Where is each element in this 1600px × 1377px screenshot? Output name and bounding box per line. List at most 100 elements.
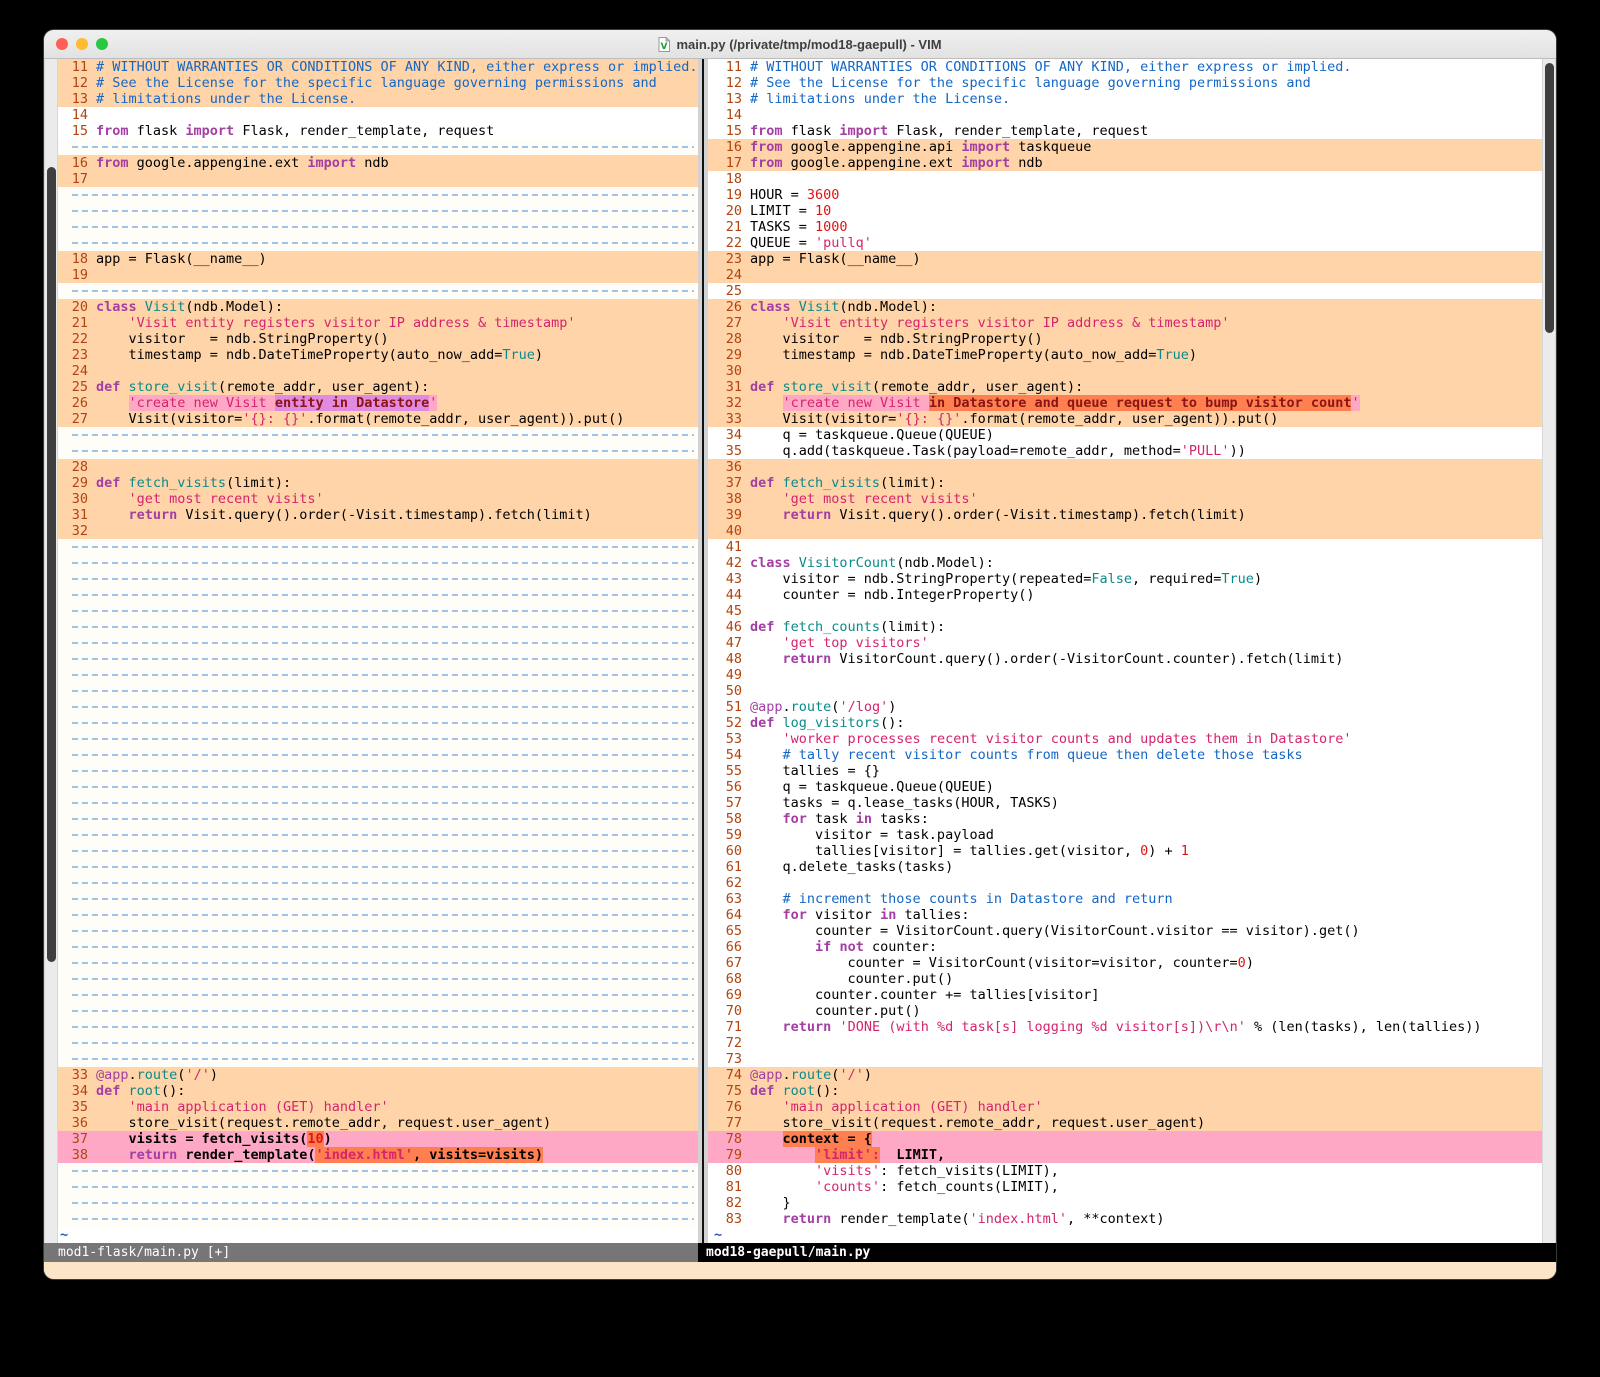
left-scrollbar-thumb[interactable]: [47, 167, 56, 962]
code-line[interactable]: 36: [708, 459, 1556, 475]
code-line[interactable]: 18app = Flask(__name__): [44, 251, 698, 267]
code-line[interactable]: 49: [708, 667, 1556, 683]
code-line[interactable]: 69 counter.counter += tallies[visitor]: [708, 987, 1556, 1003]
code-line[interactable]: 27 Visit(visitor='{}: {}'.format(remote_…: [44, 411, 698, 427]
code-line[interactable]: 56 q = taskqueue.Queue(QUEUE): [708, 779, 1556, 795]
code-line[interactable]: 28: [44, 459, 698, 475]
code-line[interactable]: 19: [44, 267, 698, 283]
code-line[interactable]: 40: [708, 523, 1556, 539]
minimize-button[interactable]: [76, 38, 88, 50]
code-line[interactable]: 29 timestamp = ndb.DateTimeProperty(auto…: [708, 347, 1556, 363]
code-line[interactable]: 39 return Visit.query().order(-Visit.tim…: [708, 507, 1556, 523]
code-line[interactable]: 15from flask import Flask, render_templa…: [44, 123, 698, 139]
code-line[interactable]: 54 # tally recent visitor counts from qu…: [708, 747, 1556, 763]
code-line[interactable]: 15from flask import Flask, render_templa…: [708, 123, 1556, 139]
code-line[interactable]: 75def root():: [708, 1083, 1556, 1099]
code-line[interactable]: 24: [44, 363, 698, 379]
code-line[interactable]: 30: [708, 363, 1556, 379]
code-line[interactable]: 62: [708, 875, 1556, 891]
code-line[interactable]: 23app = Flask(__name__): [708, 251, 1556, 267]
code-line[interactable]: 35 'main application (GET) handler': [44, 1099, 698, 1115]
code-line[interactable]: 79 'limit': LIMIT,: [708, 1147, 1556, 1163]
code-line[interactable]: 30 'get most recent visits': [44, 491, 698, 507]
code-line[interactable]: 22 visitor = ndb.StringProperty(): [44, 331, 698, 347]
code-line[interactable]: 34def root():: [44, 1083, 698, 1099]
code-line[interactable]: 82 }: [708, 1195, 1556, 1211]
code-line[interactable]: 21TASKS = 1000: [708, 219, 1556, 235]
left-pane[interactable]: 11# WITHOUT WARRANTIES OR CONDITIONS OF …: [44, 59, 698, 1243]
code-line[interactable]: 22QUEUE = 'pullq': [708, 235, 1556, 251]
code-line[interactable]: 13# limitations under the License.: [44, 91, 698, 107]
code-line[interactable]: 23 timestamp = ndb.DateTimeProperty(auto…: [44, 347, 698, 363]
command-line[interactable]: [44, 1262, 1556, 1279]
code-line[interactable]: 37def fetch_visits(limit):: [708, 475, 1556, 491]
zoom-button[interactable]: [96, 38, 108, 50]
code-line[interactable]: 25def store_visit(remote_addr, user_agen…: [44, 379, 698, 395]
code-line[interactable]: 31def store_visit(remote_addr, user_agen…: [708, 379, 1556, 395]
code-line[interactable]: 11# WITHOUT WARRANTIES OR CONDITIONS OF …: [44, 59, 698, 75]
code-line[interactable]: 43 visitor = ndb.StringProperty(repeated…: [708, 571, 1556, 587]
code-line[interactable]: 14: [708, 107, 1556, 123]
code-line[interactable]: 70 counter.put(): [708, 1003, 1556, 1019]
left-scrollbar[interactable]: [44, 59, 58, 1243]
code-line[interactable]: 67 counter = VisitorCount(visitor=visito…: [708, 955, 1556, 971]
code-line[interactable]: 50: [708, 683, 1556, 699]
code-line[interactable]: 46def fetch_counts(limit):: [708, 619, 1556, 635]
code-line[interactable]: 38 'get most recent visits': [708, 491, 1556, 507]
code-line[interactable]: 61 q.delete_tasks(tasks): [708, 859, 1556, 875]
code-line[interactable]: 21 'Visit entity registers visitor IP ad…: [44, 315, 698, 331]
code-line[interactable]: 57 tasks = q.lease_tasks(HOUR, TASKS): [708, 795, 1556, 811]
right-scrollbar[interactable]: [1542, 59, 1556, 1243]
pane-divider[interactable]: [698, 59, 708, 1243]
code-line[interactable]: 72: [708, 1035, 1556, 1051]
code-line[interactable]: 25: [708, 283, 1556, 299]
right-status-bar[interactable]: mod18-gaepull/main.py: [698, 1243, 1556, 1262]
code-line[interactable]: 44 counter = ndb.IntegerProperty(): [708, 587, 1556, 603]
code-line[interactable]: 31 return Visit.query().order(-Visit.tim…: [44, 507, 698, 523]
code-line[interactable]: 16from google.appengine.ext import ndb: [44, 155, 698, 171]
code-line[interactable]: 13# limitations under the License.: [708, 91, 1556, 107]
code-line[interactable]: 52def log_visitors():: [708, 715, 1556, 731]
code-line[interactable]: 37 visits = fetch_visits(10): [44, 1131, 698, 1147]
code-line[interactable]: 38 return render_template('index.html', …: [44, 1147, 698, 1163]
code-line[interactable]: 68 counter.put(): [708, 971, 1556, 987]
code-line[interactable]: 12# See the License for the specific lan…: [44, 75, 698, 91]
code-line[interactable]: 33@app.route('/'): [44, 1067, 698, 1083]
code-line[interactable]: 17: [44, 171, 698, 187]
code-line[interactable]: 83 return render_template('index.html', …: [708, 1211, 1556, 1227]
code-line[interactable]: 66 if not counter:: [708, 939, 1556, 955]
code-line[interactable]: 45: [708, 603, 1556, 619]
code-line[interactable]: 65 counter = VisitorCount.query(VisitorC…: [708, 923, 1556, 939]
code-line[interactable]: 11# WITHOUT WARRANTIES OR CONDITIONS OF …: [708, 59, 1556, 75]
code-line[interactable]: 20LIMIT = 10: [708, 203, 1556, 219]
right-scrollbar-thumb[interactable]: [1545, 63, 1554, 333]
code-line[interactable]: 41: [708, 539, 1556, 555]
code-line[interactable]: 32 'create new Visit in Datastore and qu…: [708, 395, 1556, 411]
code-line[interactable]: 51@app.route('/log'): [708, 699, 1556, 715]
code-line[interactable]: 29def fetch_visits(limit):: [44, 475, 698, 491]
code-line[interactable]: 18: [708, 171, 1556, 187]
code-line[interactable]: 60 tallies[visitor] = tallies.get(visito…: [708, 843, 1556, 859]
code-line[interactable]: 58 for task in tasks:: [708, 811, 1556, 827]
code-line[interactable]: 35 q.add(taskqueue.Task(payload=remote_a…: [708, 443, 1556, 459]
code-line[interactable]: 63 # increment those counts in Datastore…: [708, 891, 1556, 907]
code-line[interactable]: 26class Visit(ndb.Model):: [708, 299, 1556, 315]
code-line[interactable]: 12# See the License for the specific lan…: [708, 75, 1556, 91]
code-line[interactable]: 27 'Visit entity registers visitor IP ad…: [708, 315, 1556, 331]
code-line[interactable]: 53 'worker processes recent visitor coun…: [708, 731, 1556, 747]
code-line[interactable]: 19HOUR = 3600: [708, 187, 1556, 203]
code-line[interactable]: 76 'main application (GET) handler': [708, 1099, 1556, 1115]
code-line[interactable]: 59 visitor = task.payload: [708, 827, 1556, 843]
code-line[interactable]: 47 'get top visitors': [708, 635, 1556, 651]
code-line[interactable]: 64 for visitor in tallies:: [708, 907, 1556, 923]
code-line[interactable]: 71 return 'DONE (with %d task[s] logging…: [708, 1019, 1556, 1035]
code-line[interactable]: 48 return VisitorCount.query().order(-Vi…: [708, 651, 1556, 667]
code-line[interactable]: 77 store_visit(request.remote_addr, requ…: [708, 1115, 1556, 1131]
close-button[interactable]: [56, 38, 68, 50]
title-bar[interactable]: V main.py (/private/tmp/mod18-gaepull) -…: [44, 30, 1556, 59]
code-line[interactable]: 17from google.appengine.ext import ndb: [708, 155, 1556, 171]
code-line[interactable]: 42class VisitorCount(ndb.Model):: [708, 555, 1556, 571]
code-line[interactable]: 81 'counts': fetch_counts(LIMIT),: [708, 1179, 1556, 1195]
code-line[interactable]: 80 'visits': fetch_visits(LIMIT),: [708, 1163, 1556, 1179]
right-pane[interactable]: 11# WITHOUT WARRANTIES OR CONDITIONS OF …: [708, 59, 1556, 1243]
